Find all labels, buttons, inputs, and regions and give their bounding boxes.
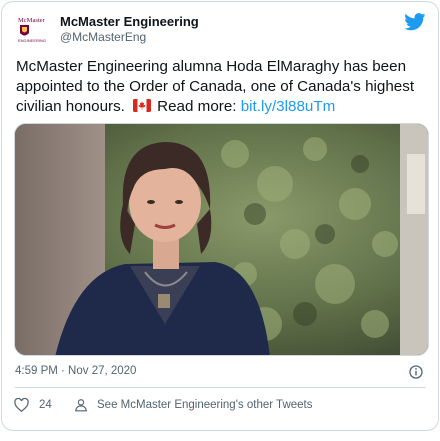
other-tweets-label: See McMaster Engineering's other Tweets xyxy=(97,399,313,411)
mcmaster-logo-icon: McMaster ENGINEERING xyxy=(16,13,50,45)
tweet-header: McMaster ENGINEERING McMaster Engineerin… xyxy=(16,13,426,45)
avatar-brand-text: McMaster xyxy=(18,17,46,24)
avatar[interactable]: McMaster ENGINEERING xyxy=(16,13,50,45)
tweet-card: McMaster ENGINEERING McMaster Engineerin… xyxy=(1,1,439,431)
person-icon xyxy=(75,399,87,412)
twitter-bird-icon[interactable] xyxy=(404,13,426,31)
like-count: 24 xyxy=(39,399,52,411)
portrait-photo xyxy=(15,124,428,355)
divider xyxy=(15,387,426,388)
tweet-photo[interactable] xyxy=(14,123,429,356)
tweet-link[interactable]: bit.ly/3l88uTm xyxy=(241,98,336,115)
read-more-label: Read more: xyxy=(157,98,237,115)
canada-flag-icon xyxy=(133,98,152,112)
like-button[interactable]: 24 xyxy=(14,398,52,412)
account-names: McMaster Engineering @McMasterEng xyxy=(60,14,199,45)
account-handle[interactable]: @McMasterEng xyxy=(60,30,199,45)
info-icon[interactable] xyxy=(409,365,423,379)
heart-icon xyxy=(14,398,29,412)
display-name[interactable]: McMaster Engineering xyxy=(60,14,199,30)
tweet-text: McMaster Engineering alumna Hoda ElMarag… xyxy=(16,57,430,117)
svg-text:ENGINEERING: ENGINEERING xyxy=(18,38,46,43)
other-tweets-link[interactable]: See McMaster Engineering's other Tweets xyxy=(74,398,374,412)
tweet-timestamp[interactable]: 4:59 PM · Nov 27, 2020 xyxy=(15,365,136,377)
